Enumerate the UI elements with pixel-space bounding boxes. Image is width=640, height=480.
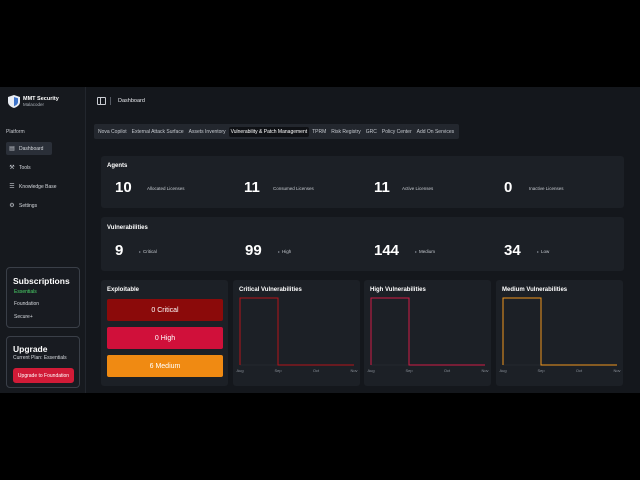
x-tick-label: Oct <box>313 368 320 373</box>
tab-external-attack-surface[interactable]: External Attack Surface <box>130 127 186 137</box>
vulnerabilities-title: Vulnerabilities <box>107 225 148 231</box>
x-tick-label: Sep <box>405 368 413 373</box>
subscriptions-title: Subscriptions <box>13 276 70 286</box>
sidebar-item-label: Knowledge Base <box>19 183 57 190</box>
exploitable-critical-bar[interactable]: 0 Critical <box>107 299 223 321</box>
arrow-right-icon: ▸ <box>278 249 281 254</box>
x-tick-label: Sep <box>274 368 282 373</box>
app-window: MMT Security Malacoder Platform ▤ Dashbo… <box>0 87 640 393</box>
tab-grc[interactable]: GRC <box>364 127 379 137</box>
sidebar-item-settings[interactable]: ⚙ Settings <box>6 199 52 212</box>
series-line <box>370 297 485 366</box>
x-tick-label: Oct <box>576 368 583 373</box>
high-count-label: ▸ High <box>278 249 292 254</box>
tab-policy-center[interactable]: Policy Center <box>380 127 414 137</box>
medium-vulnerabilities-chart: Aug Sep Oct Nov <box>499 297 621 373</box>
x-tick-label: Nov <box>613 368 620 373</box>
breadcrumb[interactable]: Dashboard <box>118 98 145 104</box>
x-tick-label: Nov <box>481 368 488 373</box>
series-line <box>239 297 354 366</box>
arrow-right-icon: ▸ <box>415 249 418 254</box>
sidebar-item-label: Dashboard <box>19 145 44 152</box>
sidebar-toggle-icon[interactable] <box>97 97 106 105</box>
high-count-value: 99 <box>245 242 262 259</box>
exploitable-medium-bar[interactable]: 6 Medium <box>107 355 223 377</box>
dashboard-icon: ▤ <box>9 146 15 152</box>
critical-vulnerabilities-chart-card: Critical Vulnerabilities Aug Sep Oct Nov <box>233 280 360 386</box>
medium-vulnerabilities-chart-card: Medium Vulnerabilities Aug Sep Oct Nov <box>496 280 623 386</box>
plan-secure-plus[interactable]: Secure+ <box>14 314 33 320</box>
sidebar-item-knowledge-base[interactable]: ☰ Knowledge Base <box>6 180 66 193</box>
medium-count-label: ▸ Medium <box>415 249 436 254</box>
shield-logo-icon <box>8 95 20 108</box>
tab-risk-registry[interactable]: Risk Registry <box>329 127 362 137</box>
brand[interactable]: MMT Security Malacoder <box>8 95 59 108</box>
subscriptions-card: Subscriptions Essentials Foundation Secu… <box>6 267 80 328</box>
consumed-licenses-value: 11 <box>244 179 260 196</box>
series-line <box>502 297 617 366</box>
high-vulnerabilities-chart: Aug Sep Oct Nov <box>367 297 489 373</box>
critical-vulnerabilities-chart: Aug Sep Oct Nov <box>236 297 358 373</box>
x-tick-label: Aug <box>499 368 506 373</box>
top-bar: Dashboard <box>86 87 640 117</box>
x-tick-label: Sep <box>537 368 545 373</box>
sidebar-section-label: Platform <box>6 129 25 135</box>
sidebar-item-label: Settings <box>19 202 38 209</box>
x-tick-label: Aug <box>236 368 243 373</box>
tab-tprm[interactable]: TPRM <box>310 127 328 137</box>
critical-count-label: ▸ Critical <box>139 249 157 254</box>
exploitable-card: Exploitable 0 Critical 0 High 6 Medium <box>101 280 228 386</box>
agents-title: Agents <box>107 163 128 169</box>
upgrade-card: Upgrade Current Plan: Essentials Upgrade… <box>6 336 80 388</box>
consumed-licenses-label: Consumed Licenses <box>273 186 314 191</box>
sidebar-item-tools[interactable]: ⚒ Tools <box>6 161 52 174</box>
inactive-licenses-value: 0 <box>504 179 513 196</box>
active-licenses-value: 11 <box>374 179 390 196</box>
plan-foundation[interactable]: Foundation <box>14 301 39 307</box>
inactive-licenses-label: Inactive Licenses <box>529 186 564 191</box>
sidebar-item-dashboard[interactable]: ▤ Dashboard <box>6 142 52 155</box>
exploitable-title: Exploitable <box>107 287 140 293</box>
tab-nova-copilot[interactable]: Nova Copilot <box>96 127 129 137</box>
gear-icon: ⚙ <box>9 203 15 209</box>
medium-count-value: 144 <box>374 242 400 259</box>
upgrade-title: Upgrade <box>13 344 48 354</box>
sidebar-item-label: Tools <box>19 164 31 171</box>
arrow-right-icon: ▸ <box>537 249 540 254</box>
allocated-licenses-value: 10 <box>115 179 132 196</box>
agents-card: Agents 10 Allocated Licenses 11 Consumed… <box>101 156 624 208</box>
x-tick-label: Nov <box>350 368 357 373</box>
divider <box>110 97 111 105</box>
current-plan-text: Current Plan: Essentials <box>13 355 67 361</box>
low-count-value: 34 <box>504 242 521 259</box>
book-icon: ☰ <box>9 184 15 190</box>
brand-subtitle: Malacoder <box>23 102 45 107</box>
tab-vulnerability-patch-management[interactable]: Vulnerability & Patch Management <box>228 126 310 137</box>
tools-icon: ⚒ <box>9 165 15 171</box>
high-vulnerabilities-chart-card: High Vulnerabilities Aug Sep Oct Nov <box>364 280 491 386</box>
allocated-licenses-label: Allocated Licenses <box>147 186 185 191</box>
arrow-right-icon: ▸ <box>139 249 142 254</box>
tab-add-on-services[interactable]: Add On Services <box>415 127 457 137</box>
critical-count-value: 9 <box>115 242 124 259</box>
module-tabs: Nova Copilot External Attack Surface Ass… <box>94 124 460 139</box>
x-tick-label: Aug <box>367 368 374 373</box>
sidebar: MMT Security Malacoder Platform ▤ Dashbo… <box>0 87 86 393</box>
vulnerabilities-card: Vulnerabilities 9 ▸ Critical 99 ▸ High 144… <box>101 217 624 271</box>
upgrade-button[interactable]: Upgrade to Foundation <box>13 368 74 383</box>
exploitable-high-bar[interactable]: 0 High <box>107 327 223 349</box>
tab-assets-inventory[interactable]: Assets Inventory <box>187 127 228 137</box>
active-licenses-label: Active Licenses <box>402 186 434 191</box>
low-count-label: ▸ Low <box>537 249 550 254</box>
x-tick-label: Oct <box>444 368 451 373</box>
plan-essentials[interactable]: Essentials <box>14 289 37 295</box>
